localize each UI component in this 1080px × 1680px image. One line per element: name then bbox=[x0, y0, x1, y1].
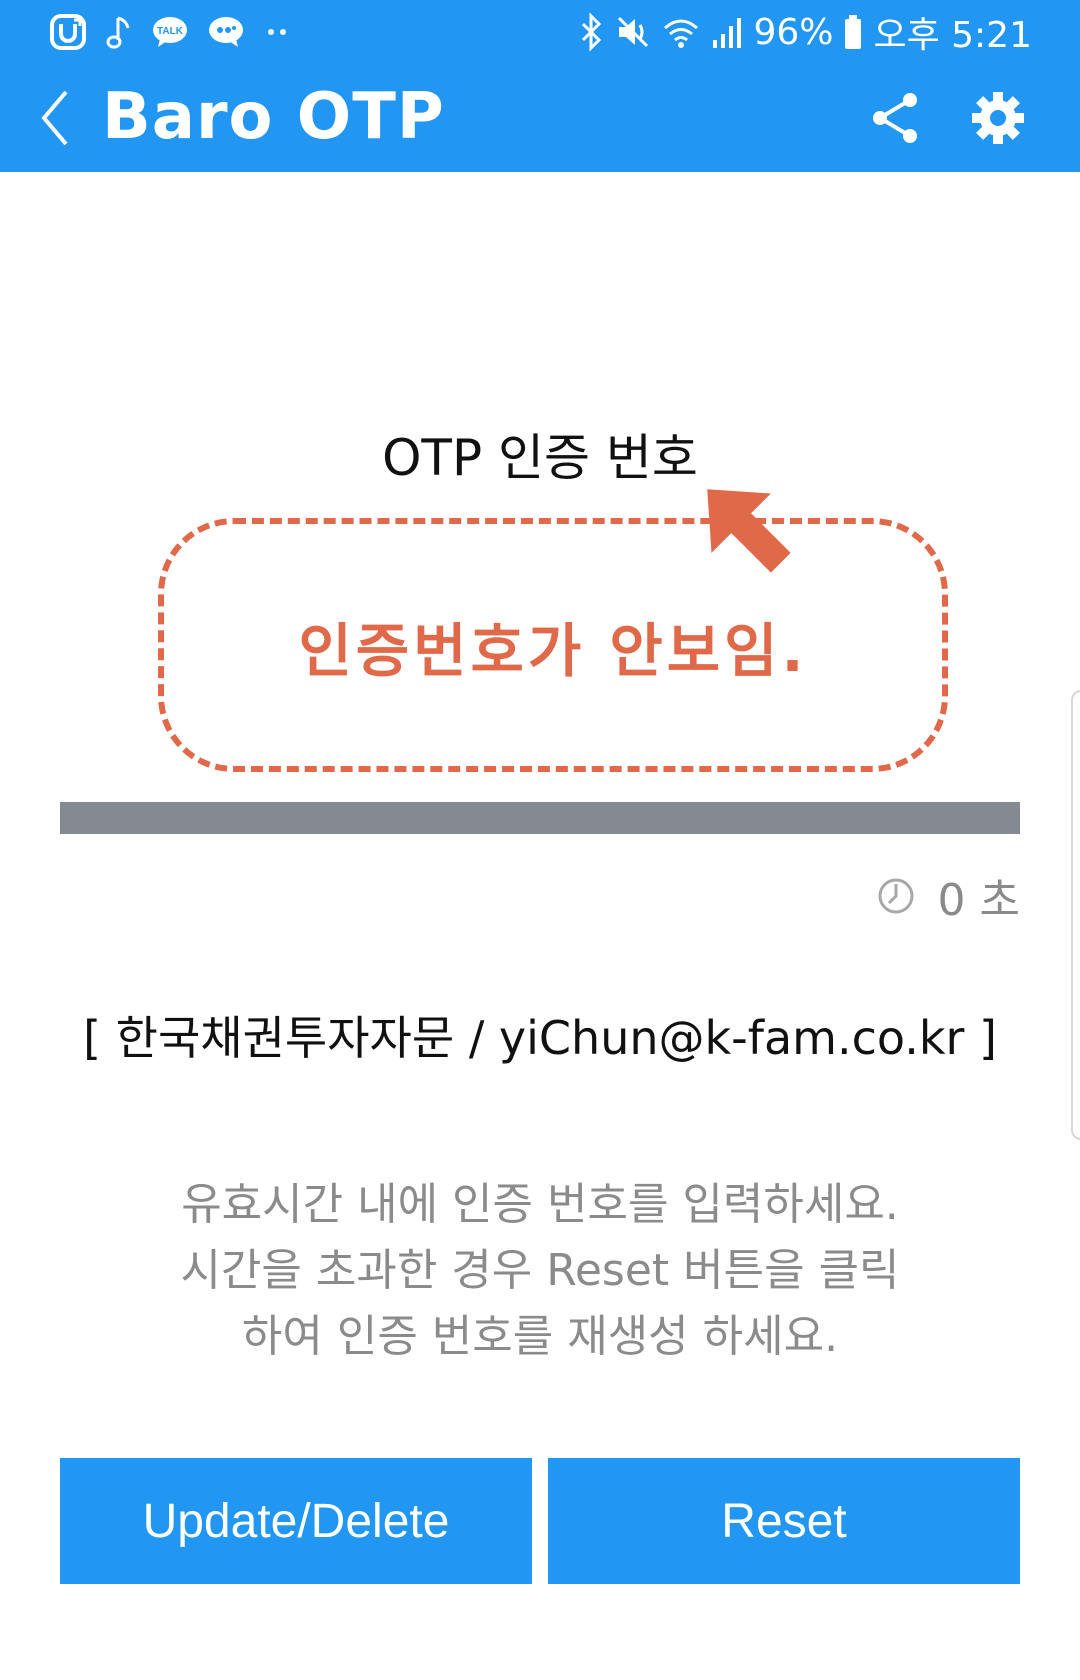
timer-seconds: 0 bbox=[937, 875, 966, 926]
kakaotalk-icon: TALK bbox=[150, 12, 190, 52]
instruction-line: 유효시간 내에 인증 번호를 입력하세요. bbox=[181, 1179, 899, 1230]
timer: 0 초 bbox=[876, 864, 1020, 928]
otp-progress-bar bbox=[60, 802, 1020, 834]
music-note-icon bbox=[104, 12, 134, 52]
bluetooth-icon bbox=[577, 12, 605, 52]
svg-text:TALK: TALK bbox=[157, 26, 184, 37]
settings-button[interactable] bbox=[966, 86, 1030, 150]
signal-icon bbox=[711, 12, 743, 52]
wifi-icon bbox=[661, 12, 701, 52]
timer-value: 0 초 bbox=[938, 864, 1020, 928]
system-status: 96% 오후 5:21 bbox=[577, 10, 1032, 56]
update-delete-button[interactable]: Update/Delete bbox=[60, 1458, 532, 1584]
status-bar: TALK 96% 오후 5:21 bbox=[0, 0, 1080, 64]
instruction-line: 시간을 초과한 경우 Reset 버튼을 클릭 bbox=[180, 1245, 900, 1296]
timer-icon bbox=[878, 878, 914, 914]
account-label: [ 한국채권투자자문 / yiChun@k-fam.co.kr ] bbox=[83, 1011, 997, 1065]
app-bar: TALK 96% 오후 5:21 Baro OTP bbox=[0, 0, 1080, 172]
more-dots-icon bbox=[262, 12, 292, 52]
battery-percent: 96% bbox=[753, 11, 834, 53]
otp-label: OTP 인증 번호 bbox=[382, 429, 698, 487]
timer-unit: 초 bbox=[979, 875, 1020, 926]
otp-missing-annotation: 인증번호가 안보임. bbox=[298, 617, 808, 685]
gear-icon bbox=[972, 92, 1024, 144]
kakao-story-icon bbox=[206, 12, 246, 52]
app-title: Baro OTP bbox=[102, 80, 445, 154]
notification-icons: TALK bbox=[48, 12, 292, 52]
back-icon bbox=[41, 90, 68, 146]
edge-panel-handle[interactable] bbox=[1071, 690, 1080, 1140]
annotation-arrow-icon bbox=[707, 489, 791, 573]
share-button[interactable] bbox=[864, 86, 928, 150]
reset-button[interactable]: Reset bbox=[548, 1458, 1020, 1584]
battery-icon bbox=[843, 12, 863, 52]
clock: 오후 5:21 bbox=[873, 15, 1032, 56]
instructions: 유효시간 내에 인증 번호를 입력하세요. 시간을 초과한 경우 Reset 버… bbox=[0, 1172, 1080, 1370]
toolbar: Baro OTP bbox=[0, 64, 1080, 172]
mute-icon bbox=[615, 12, 651, 52]
back-button[interactable] bbox=[22, 86, 86, 150]
u-plus-icon bbox=[48, 12, 88, 52]
instruction-line: 하여 인증 번호를 재생성 하세요. bbox=[241, 1311, 839, 1362]
share-icon bbox=[873, 93, 917, 143]
